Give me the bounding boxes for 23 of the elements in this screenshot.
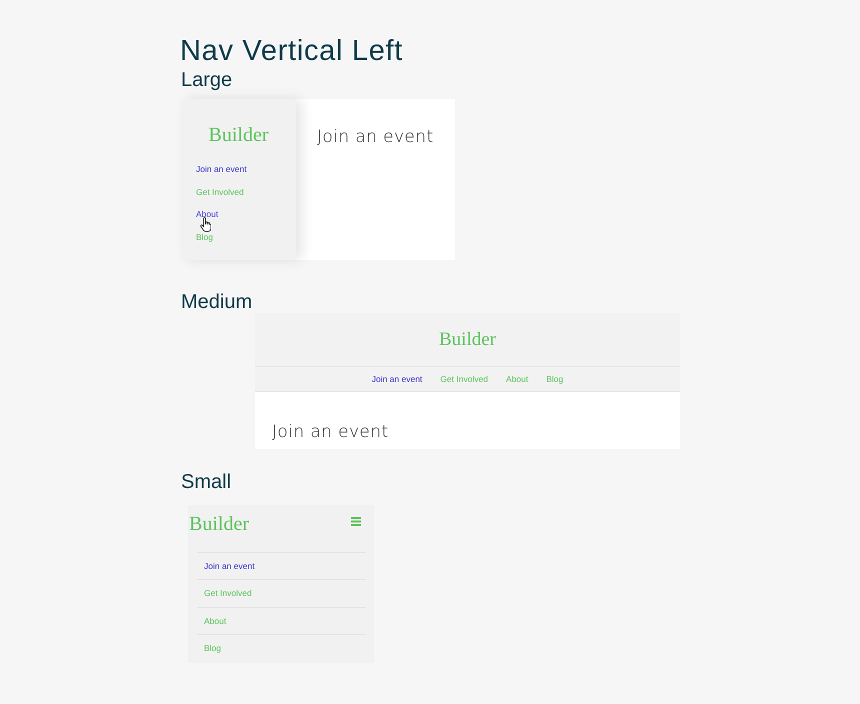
nav-link[interactable]: About bbox=[204, 614, 226, 627]
nav-link[interactable]: Join an event bbox=[372, 373, 422, 385]
nav-link[interactable]: Get Involved bbox=[204, 587, 252, 600]
nav-link[interactable]: Blog bbox=[546, 373, 564, 385]
brand-name: Builder bbox=[208, 123, 268, 147]
nav-link[interactable]: About bbox=[196, 208, 218, 220]
content-heading: Join an event bbox=[317, 126, 434, 149]
nav-link[interactable]: Join an event bbox=[204, 560, 255, 572]
content-heading: Join an event bbox=[272, 421, 389, 444]
nav-link[interactable]: About bbox=[506, 373, 528, 385]
nav-link[interactable]: Join an event bbox=[196, 163, 247, 175]
brand-name: Builder bbox=[439, 328, 496, 352]
nav-link[interactable]: Get Involved bbox=[440, 373, 488, 385]
section-heading: Small bbox=[181, 470, 232, 494]
nav-link[interactable]: Blog bbox=[196, 231, 214, 244]
page-title: Nav Vertical Left bbox=[180, 35, 404, 68]
hand-cursor-icon bbox=[200, 217, 211, 232]
menu-icon[interactable] bbox=[351, 517, 361, 526]
brand-name: Builder bbox=[189, 512, 249, 536]
nav-link[interactable]: Get Involved bbox=[196, 186, 244, 198]
section-heading: Medium bbox=[181, 290, 252, 314]
section-heading: Large bbox=[181, 68, 232, 92]
nav-link[interactable]: Blog bbox=[204, 642, 222, 654]
